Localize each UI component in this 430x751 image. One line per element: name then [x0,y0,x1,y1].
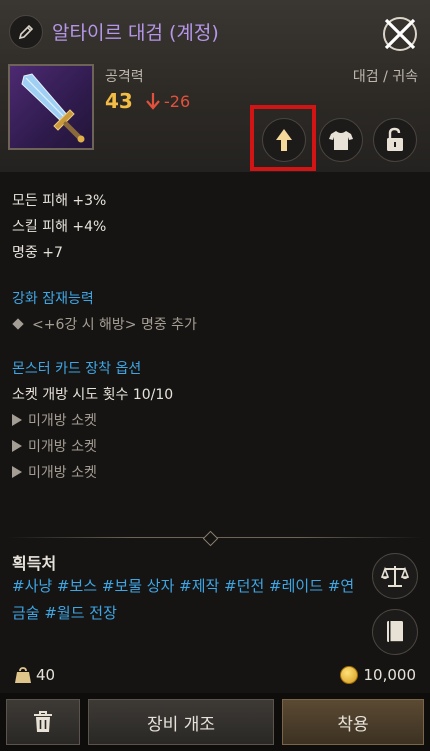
enhance-item: <+6강 시 해방> 명중 추가 [12,314,197,334]
item-thumbnail [8,64,94,150]
rename-button[interactable] [9,15,43,49]
close-icon [383,17,417,51]
source-tags-line: 금술 #월드 전장 [12,604,117,622]
diamond-icon [12,318,24,330]
attack-diff: -26 [164,92,191,111]
socket-item: 미개방 소켓 [12,410,97,430]
lock-button[interactable] [373,118,417,162]
pencil-icon [18,24,34,40]
attack-label: 공격력 [105,69,144,85]
socket-item: 미개방 소켓 [12,436,97,456]
socket-label: 미개방 소켓 [28,413,97,429]
monster-card-title: 몬스터 카드 장착 옵션 [12,361,142,377]
close-button[interactable] [378,12,422,56]
socket-attempts: 소켓 개방 시도 횟수 10/10 [12,387,174,403]
enhance-title: 강화 잠재능력 [12,291,94,307]
codex-button[interactable] [372,609,418,655]
action-bar: 장비 개조 착용 [0,693,430,751]
triangle-icon [12,466,22,478]
trash-icon [34,711,52,732]
discard-button[interactable] [6,699,80,745]
effect-line: 스킬 피해 +4% [12,219,107,235]
socket-item: 미개방 소켓 [12,462,97,482]
source-tags-line: #사냥 #보스 #보물 상자 #제작 #던전 #레이드 #연 [12,577,355,595]
item-title: 알타이르 대검 (계정) [52,22,219,44]
appearance-button[interactable] [319,118,363,162]
divider-ornament [202,530,219,547]
shirt-icon [329,131,353,150]
effect-line: 명중 +7 [12,245,63,261]
price-display: 10,000 [339,666,417,684]
weight-value: 40 [36,666,56,684]
attack-value: 43 [105,89,133,113]
compare-button[interactable] [372,553,418,599]
book-icon [387,621,403,643]
socket-label: 미개방 소켓 [28,439,97,455]
price-value: 10,000 [363,666,417,684]
arrow-down-icon [146,93,160,110]
item-meta-row: 40 10,000 [0,660,430,690]
socket-label: 미개방 소켓 [28,465,97,481]
item-header: 알타이르 대검 (계정) 공격력 43 -26 대검 / 귀속 [0,0,430,172]
source-title: 획득처 [12,554,57,573]
item-category: 대검 / 귀속 [352,69,418,85]
upgrade-highlight [250,105,316,171]
effect-line: 모든 피해 +3% [12,193,107,209]
triangle-icon [12,414,22,426]
weight-icon [15,667,31,683]
weight-display: 40 [14,666,55,684]
item-detail-panel: 알타이르 대검 (계정) 공격력 43 -26 대검 / 귀속 모든 피해 +3… [0,0,430,751]
modify-equipment-button[interactable]: 장비 개조 [88,699,274,745]
triangle-icon [12,440,22,452]
source-tags: #사냥 #보스 #보물 상자 #제작 #던전 #레이드 #연 금술 #월드 전장 [12,573,357,627]
enhance-item-text: <+6강 시 해방> 명중 추가 [32,317,197,333]
coin-icon [339,666,358,684]
equip-button[interactable]: 착용 [282,699,424,745]
scale-icon [381,566,409,587]
sword-icon [21,73,85,143]
unlock-icon [387,127,403,151]
